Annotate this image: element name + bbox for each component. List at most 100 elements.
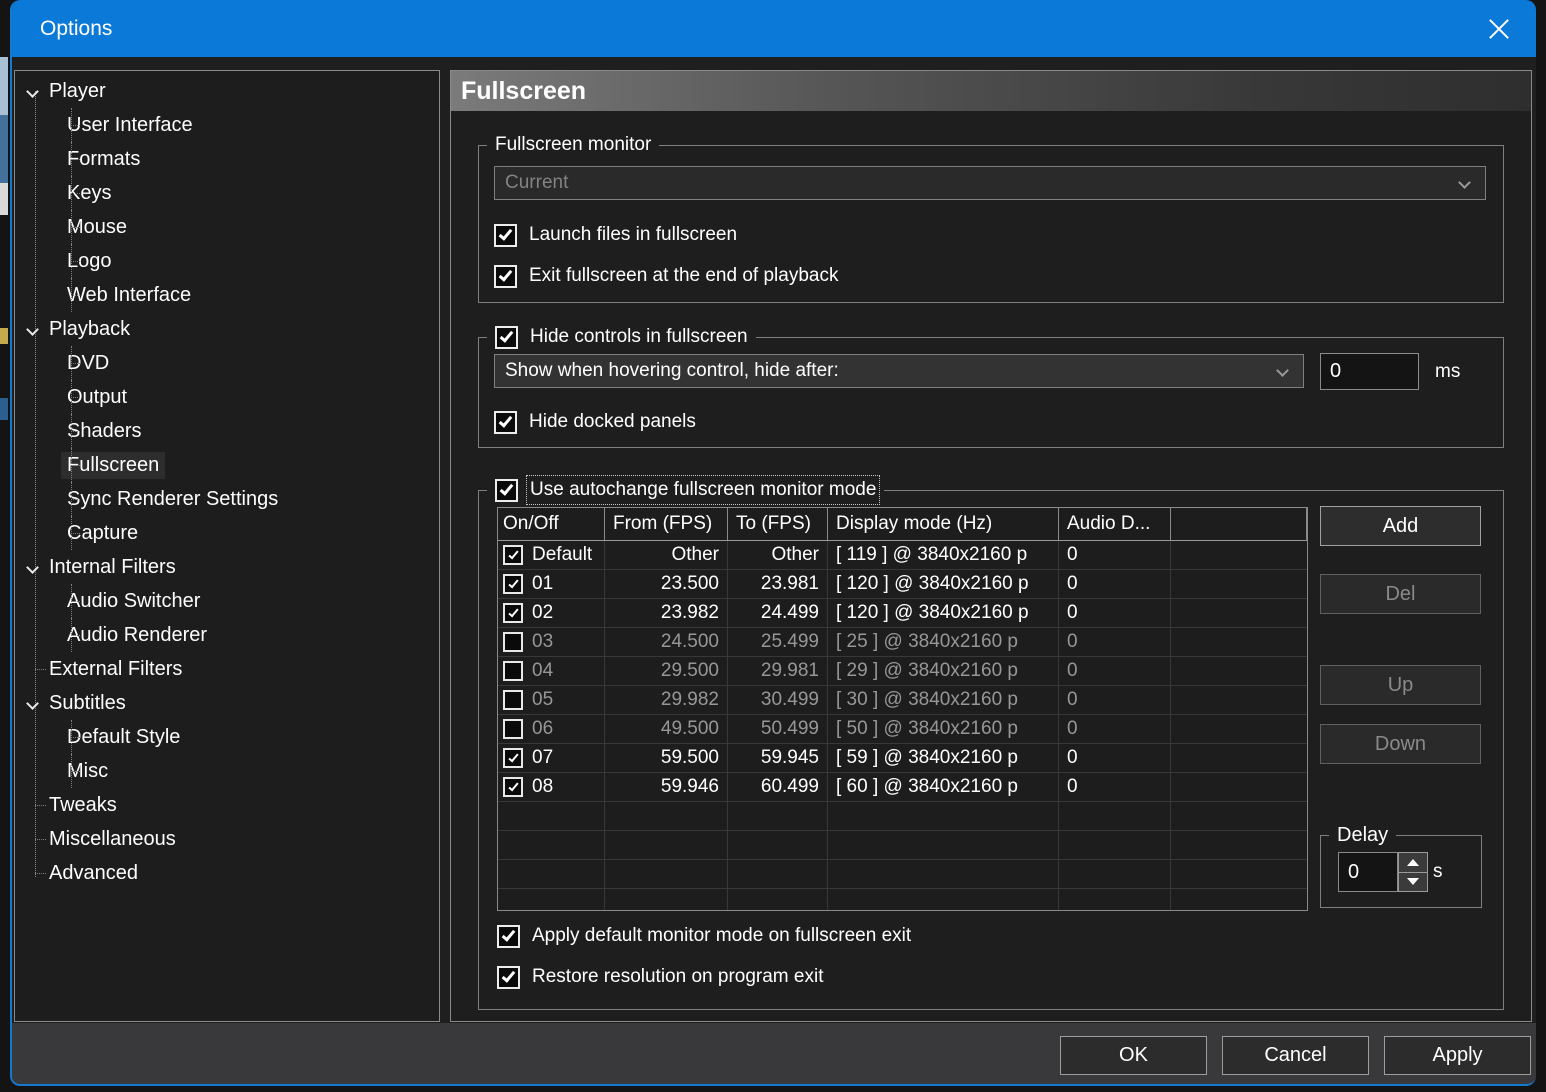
settings-tree: Player User Interface Formats Keys Mouse xyxy=(14,70,440,1022)
sidebar-item[interactable]: Playback xyxy=(15,312,439,346)
background-app-sliver xyxy=(0,328,8,344)
row-checkbox[interactable] xyxy=(503,661,523,681)
column-header[interactable]: Display mode (Hz) xyxy=(828,508,1059,540)
empty-cell xyxy=(1171,773,1307,801)
hide-after-value: 0 xyxy=(1330,360,1341,383)
table-row[interactable]: 04 29.500 29.981 [ 29 ] @ 3840x2160 p 0 xyxy=(498,657,1307,686)
apply-default-mode-checkbox[interactable] xyxy=(497,925,520,948)
add-button[interactable]: Add xyxy=(1320,506,1481,546)
apply-button[interactable]: Apply xyxy=(1384,1036,1531,1075)
column-header[interactable]: From (FPS) xyxy=(605,508,728,540)
column-header[interactable]: Audio D... xyxy=(1059,508,1171,540)
table-row[interactable]: 06 49.500 50.499 [ 50 ] @ 3840x2160 p 0 xyxy=(498,715,1307,744)
table-row[interactable] xyxy=(498,860,1307,889)
sidebar-item[interactable]: Audio Switcher xyxy=(15,584,439,618)
chevron-down-icon[interactable] xyxy=(26,561,39,574)
apply-default-row: Apply default monitor mode on fullscreen… xyxy=(497,922,911,950)
sidebar-item[interactable]: Tweaks xyxy=(15,788,439,822)
row-checkbox[interactable] xyxy=(503,632,523,652)
close-icon[interactable] xyxy=(1476,9,1522,49)
empty-cell xyxy=(1171,541,1307,569)
check-icon xyxy=(499,226,513,240)
row-checkbox[interactable] xyxy=(503,690,523,710)
hide-docked-panels-checkbox[interactable] xyxy=(494,411,517,434)
table-row[interactable]: Default Other Other [ 119 ] @ 3840x2160 … xyxy=(498,541,1307,570)
sidebar-item[interactable]: Audio Renderer xyxy=(15,618,439,652)
sidebar-item[interactable]: DVD xyxy=(15,346,439,380)
sidebar-item[interactable]: Output xyxy=(15,380,439,414)
up-button[interactable]: Up xyxy=(1320,665,1481,705)
spin-up-button[interactable] xyxy=(1398,852,1428,873)
sidebar-item[interactable]: Web Interface xyxy=(15,278,439,312)
mode-name: 08 xyxy=(532,776,553,798)
sidebar-item-label: Subtitles xyxy=(43,690,132,717)
sidebar-item[interactable]: Shaders xyxy=(15,414,439,448)
chevron-down-icon[interactable] xyxy=(26,697,39,710)
chevron-down-icon[interactable] xyxy=(26,85,39,98)
fullscreen-monitor-select[interactable]: Current xyxy=(494,166,1486,200)
table-row[interactable] xyxy=(498,831,1307,860)
table-row[interactable]: 03 24.500 25.499 [ 25 ] @ 3840x2160 p 0 xyxy=(498,628,1307,657)
sidebar-item-label: Audio Switcher xyxy=(61,588,206,615)
sidebar-item[interactable]: Logo xyxy=(15,244,439,278)
row-checkbox[interactable] xyxy=(503,777,523,797)
del-button[interactable]: Del xyxy=(1320,574,1481,614)
to-fps xyxy=(728,860,828,888)
sidebar-item[interactable]: External Filters xyxy=(15,652,439,686)
row-checkbox[interactable] xyxy=(503,719,523,739)
table-row[interactable]: 05 29.982 30.499 [ 30 ] @ 3840x2160 p 0 xyxy=(498,686,1307,715)
hide-controls-checkbox[interactable] xyxy=(495,326,518,349)
sidebar-item[interactable]: Player xyxy=(15,74,439,108)
sidebar-item[interactable]: Internal Filters xyxy=(15,550,439,584)
sidebar-item[interactable]: Misc xyxy=(15,754,439,788)
delay-group-label: Delay xyxy=(1329,821,1396,849)
column-header[interactable]: On/Off xyxy=(498,508,605,540)
sidebar-item[interactable]: Subtitles xyxy=(15,686,439,720)
to-fps: 50.499 xyxy=(728,715,828,743)
column-header[interactable]: To (FPS) xyxy=(728,508,828,540)
sidebar-item[interactable]: Mouse xyxy=(15,210,439,244)
down-button[interactable]: Down xyxy=(1320,724,1481,764)
table-row[interactable] xyxy=(498,802,1307,831)
sidebar-item[interactable]: Capture xyxy=(15,516,439,550)
sidebar-item[interactable]: Keys xyxy=(15,176,439,210)
row-checkbox[interactable] xyxy=(503,545,523,565)
title-bar[interactable]: Options xyxy=(12,0,1536,57)
sidebar-item-label: Misc xyxy=(61,758,114,785)
checkbox-label: Launch files in fullscreen xyxy=(529,224,737,246)
hide-after-input[interactable]: 0 xyxy=(1320,353,1419,390)
display-mode xyxy=(828,889,1059,911)
use-autochange-checkbox[interactable] xyxy=(495,479,518,502)
row-checkbox[interactable] xyxy=(503,574,523,594)
cancel-button[interactable]: Cancel xyxy=(1222,1036,1369,1075)
table-row[interactable]: 07 59.500 59.945 [ 59 ] @ 3840x2160 p 0 xyxy=(498,744,1307,773)
from-fps xyxy=(605,889,728,911)
ok-button[interactable]: OK xyxy=(1060,1036,1207,1075)
delay-input[interactable]: 0 xyxy=(1338,852,1398,892)
launch-fullscreen-checkbox[interactable] xyxy=(494,224,517,247)
audio-delay: 0 xyxy=(1059,715,1171,743)
sidebar-item[interactable]: Fullscreen xyxy=(15,448,439,482)
exit-fullscreen-checkbox[interactable] xyxy=(494,265,517,288)
chevron-down-icon[interactable] xyxy=(26,323,39,336)
hide-behavior-select[interactable]: Show when hovering control, hide after: xyxy=(494,354,1304,388)
table-row[interactable]: 02 23.982 24.499 [ 120 ] @ 3840x2160 p 0 xyxy=(498,599,1307,628)
table-row[interactable]: 01 23.500 23.981 [ 120 ] @ 3840x2160 p 0 xyxy=(498,570,1307,599)
sidebar-item[interactable]: Formats xyxy=(15,142,439,176)
restore-resolution-checkbox[interactable] xyxy=(497,966,520,989)
ms-unit-label: ms xyxy=(1435,361,1460,383)
window-title: Options xyxy=(12,17,112,41)
table-row[interactable] xyxy=(498,889,1307,911)
sidebar-item[interactable]: User Interface xyxy=(15,108,439,142)
check-icon xyxy=(502,968,516,982)
sidebar-item[interactable]: Default Style xyxy=(15,720,439,754)
sidebar-item[interactable]: Miscellaneous xyxy=(15,822,439,856)
sidebar-item-label: Fullscreen xyxy=(61,452,165,479)
check-icon xyxy=(499,413,513,427)
spin-down-button[interactable] xyxy=(1398,873,1428,893)
table-row[interactable]: 08 59.946 60.499 [ 60 ] @ 3840x2160 p 0 xyxy=(498,773,1307,802)
row-checkbox[interactable] xyxy=(503,748,523,768)
row-checkbox[interactable] xyxy=(503,603,523,623)
sidebar-item[interactable]: Advanced xyxy=(15,856,439,890)
sidebar-item[interactable]: Sync Renderer Settings xyxy=(15,482,439,516)
